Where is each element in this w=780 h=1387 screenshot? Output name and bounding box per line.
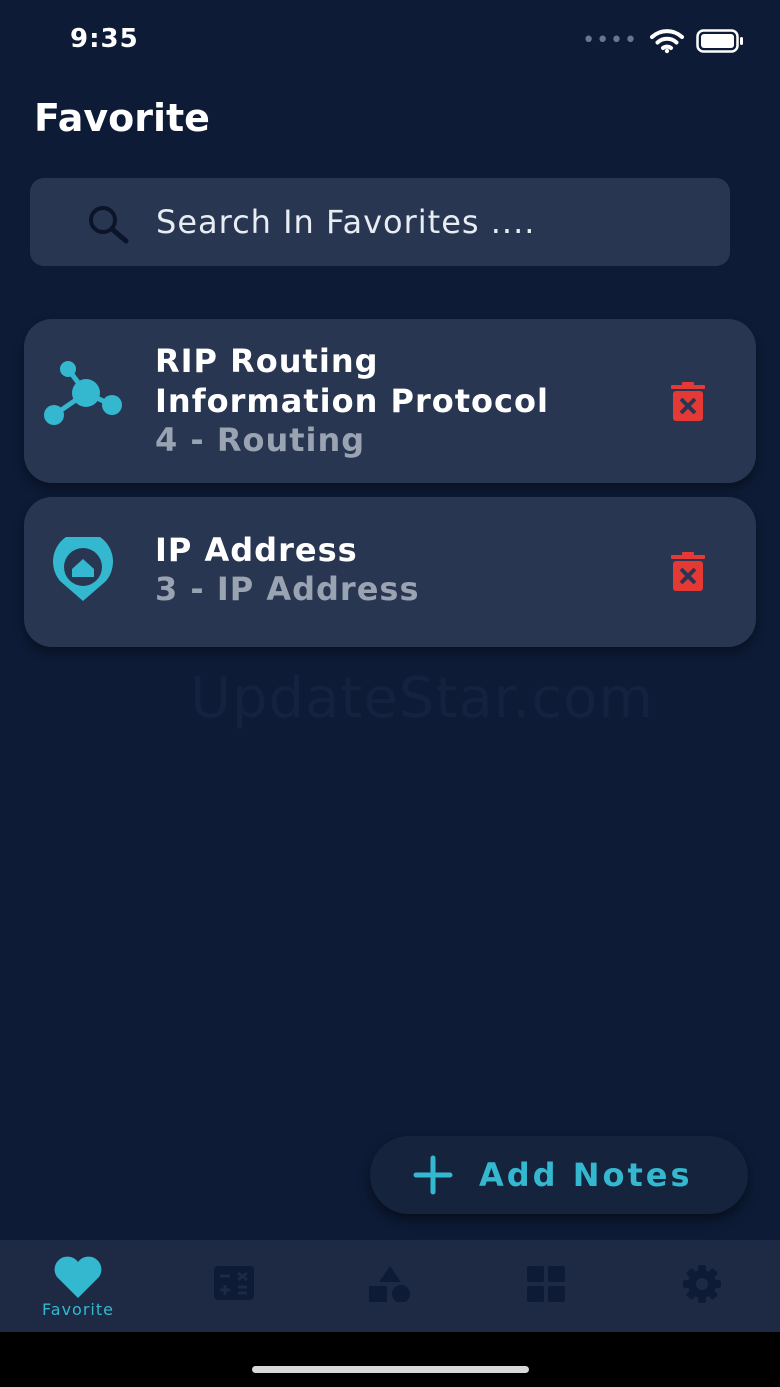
search-input[interactable]	[156, 178, 716, 266]
status-icons: ••••	[582, 28, 744, 54]
page-title: Favorite	[34, 96, 210, 140]
card-subtitle: 3 - IP Address	[155, 570, 420, 608]
grid-icon	[527, 1266, 565, 1302]
watermark: UpdateStar.com	[190, 666, 654, 731]
tab-settings[interactable]	[624, 1240, 780, 1332]
home-area	[0, 1332, 780, 1387]
card-title: IP Address	[155, 531, 358, 569]
tab-bar: Favorite	[0, 1240, 780, 1332]
tab-calculator[interactable]	[156, 1240, 312, 1332]
heart-icon	[54, 1256, 102, 1298]
search-bar[interactable]	[30, 178, 730, 266]
tab-shapes[interactable]	[312, 1240, 468, 1332]
favorite-card[interactable]: IP Address 3 - IP Address	[24, 497, 756, 647]
network-nodes-icon	[44, 361, 122, 425]
battery-icon	[696, 29, 743, 53]
status-time: 9:35	[70, 24, 139, 54]
delete-icon[interactable]	[668, 552, 708, 592]
cellular-signal-icon: ••••	[582, 28, 638, 53]
tab-grid[interactable]	[468, 1240, 624, 1332]
add-notes-button[interactable]: Add Notes	[370, 1136, 748, 1214]
wifi-icon	[650, 29, 684, 54]
calculator-icon	[214, 1266, 254, 1300]
gear-icon	[683, 1265, 721, 1303]
tab-favorite[interactable]: Favorite	[0, 1240, 156, 1332]
add-notes-label: Add Notes	[479, 1156, 693, 1194]
delete-icon[interactable]	[668, 382, 708, 422]
status-bar: 9:35 ••••	[0, 0, 780, 84]
plus-icon	[413, 1155, 453, 1195]
card-title-line2: Information Protocol	[155, 382, 549, 420]
search-icon	[89, 206, 129, 244]
tab-label: Favorite	[42, 1300, 114, 1319]
location-pin-home-icon	[53, 537, 113, 601]
card-subtitle: 4 - Routing	[155, 421, 366, 459]
shapes-icon	[369, 1266, 410, 1302]
home-indicator[interactable]	[252, 1366, 529, 1373]
favorite-card[interactable]: RIP Routing Information Protocol 4 - Rou…	[24, 319, 756, 483]
card-title: RIP Routing	[155, 342, 379, 380]
